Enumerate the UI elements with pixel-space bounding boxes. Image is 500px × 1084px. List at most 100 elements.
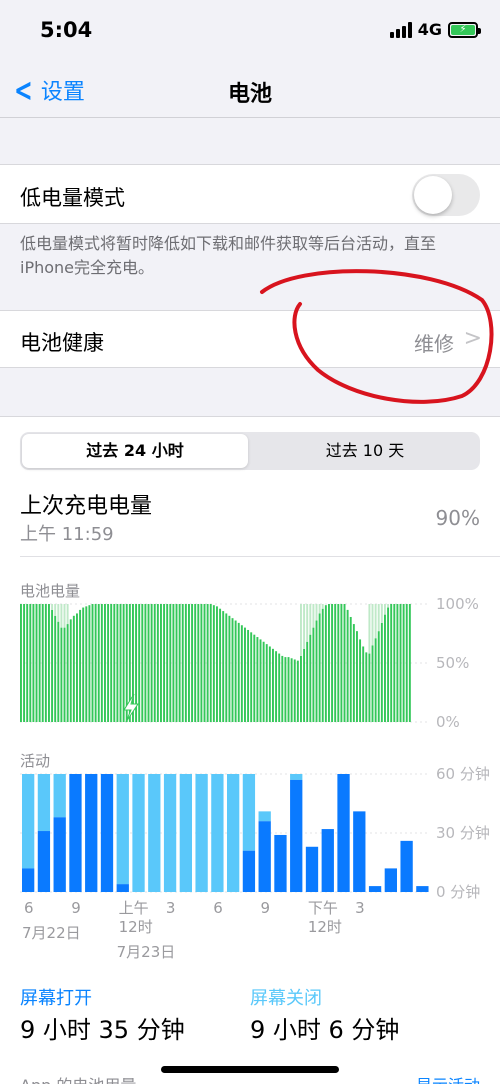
divider <box>20 556 500 557</box>
battery-bar <box>371 645 374 722</box>
screen-on-value: 9 小时 35 分钟 <box>20 1016 185 1044</box>
battery-bar <box>172 604 175 722</box>
battery-bar <box>244 627 246 722</box>
battery-bar <box>178 604 181 722</box>
show-activity-link[interactable]: 显示活动 <box>416 1072 480 1084</box>
battery-charging-icon: ⚡ <box>448 21 481 38</box>
battery-bar <box>247 629 250 722</box>
signal-icon <box>389 21 412 38</box>
range-segmented-control: 过去 24 小时 过去 10 天 <box>20 432 480 470</box>
battery-bar <box>374 638 377 722</box>
charging-bar <box>380 604 383 623</box>
battery-bar <box>219 608 222 722</box>
screen-off-bar <box>211 774 224 892</box>
battery-bar <box>63 627 66 722</box>
screen-off-bar <box>163 774 177 892</box>
screen-on-bar <box>290 779 303 892</box>
y-tick-label: 60 分钟 <box>436 766 490 783</box>
battery-bar <box>380 622 383 722</box>
charging-bar <box>300 604 302 656</box>
battery-health-value: 维修 <box>414 332 454 356</box>
screen-off-label: 屏幕关闭 <box>250 988 322 1009</box>
battery-bar <box>240 625 243 722</box>
battery-bar <box>91 604 94 722</box>
x-tick-label: 6 <box>24 899 34 917</box>
battery-bar <box>104 604 106 722</box>
nav-bar: < 设置 电池 <box>0 62 500 118</box>
battery-bar <box>116 604 119 722</box>
battery-bar <box>88 605 91 722</box>
battery-bar <box>384 614 386 722</box>
battery-bar <box>191 604 194 722</box>
tab-24-hours[interactable]: 过去 24 小时 <box>22 434 248 468</box>
screen-off-bar <box>53 774 66 818</box>
battery-bar <box>387 607 390 722</box>
screen-on-bar <box>416 886 429 892</box>
battery-bar <box>275 651 278 722</box>
battery-health-label: 电池健康 <box>20 331 104 355</box>
charging-bar <box>57 604 60 622</box>
battery-bar <box>321 608 324 722</box>
screen-off-bar <box>227 774 240 892</box>
battery-bar <box>303 648 306 722</box>
screen-on-bar <box>400 840 413 892</box>
tab-10-days[interactable]: 过去 10 天 <box>252 434 478 468</box>
low-power-toggle[interactable] <box>412 174 480 216</box>
battery-bar <box>29 604 32 722</box>
battery-bar <box>337 604 340 722</box>
screen-on-bar <box>337 774 350 892</box>
screen-on-bar <box>353 811 366 892</box>
battery-bar <box>216 606 218 722</box>
y-tick-label: 100% <box>436 596 479 613</box>
screen-on-bar <box>116 884 129 892</box>
battery-bar <box>203 604 206 722</box>
battery-bar <box>284 657 287 722</box>
last-charge-title: 上次充电电量 <box>20 494 153 519</box>
battery-bar <box>66 624 69 722</box>
battery-bar <box>110 604 113 722</box>
last-charge-percent: 90% <box>435 506 480 530</box>
battery-bar <box>76 613 78 722</box>
x-tick-label: 上午 <box>119 899 149 917</box>
battery-bar <box>405 604 408 722</box>
battery-bar <box>41 604 44 722</box>
battery-bar <box>265 644 268 722</box>
battery-bar <box>181 604 184 722</box>
screen-off-bar <box>148 774 161 892</box>
x-tick-label: 12时 <box>119 918 153 936</box>
battery-bar <box>346 609 349 722</box>
status-bar: 5:04 4G ⚡ <box>0 0 500 62</box>
x-tick-label: 9 <box>71 899 81 917</box>
battery-bar <box>262 641 265 722</box>
battery-bar <box>234 620 237 722</box>
battery-bar <box>153 604 156 722</box>
battery-bar <box>306 641 309 722</box>
toggle-knob <box>414 176 452 214</box>
battery-bar <box>100 604 103 722</box>
battery-bar <box>57 621 60 722</box>
battery-bar <box>150 604 153 722</box>
screen-on-bar <box>258 821 271 892</box>
battery-bar <box>147 604 150 722</box>
y-tick-label: 0% <box>436 713 460 730</box>
y-tick-label: 50% <box>436 654 469 672</box>
network-type: 4G <box>417 20 442 39</box>
screen-on-bar <box>100 774 114 892</box>
battery-bar <box>393 604 396 722</box>
y-tick-label: 30 分钟 <box>436 824 490 842</box>
charging-bar <box>318 604 321 614</box>
battery-bar <box>331 604 334 722</box>
battery-bar <box>365 652 368 722</box>
battery-bar <box>20 604 22 722</box>
battery-bar <box>82 607 85 722</box>
battery-bar <box>160 604 162 722</box>
battery-health-row[interactable]: 电池健康 维修 > <box>0 310 500 368</box>
screen-on-bar <box>22 868 35 892</box>
battery-bar <box>163 604 166 722</box>
battery-bar <box>188 604 190 722</box>
battery-bar <box>197 604 200 722</box>
battery-bar <box>169 604 172 722</box>
battery-bar <box>268 646 271 722</box>
screen-off-bar <box>116 774 129 885</box>
battery-bar <box>352 624 355 722</box>
